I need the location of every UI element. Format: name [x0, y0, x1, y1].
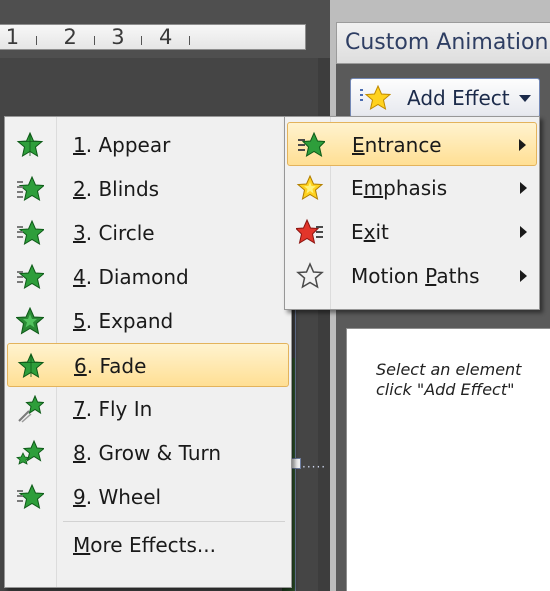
- circle-star-icon: [17, 219, 44, 246]
- menu-item-appear[interactable]: 1. Appear: [7, 123, 289, 167]
- hint-line-1: Select an element: [376, 360, 522, 379]
- access-key: M: [73, 533, 91, 557]
- menu-item-diamond[interactable]: 4. Diamond: [7, 255, 289, 299]
- menu-item-fade[interactable]: 6. Fade: [7, 343, 289, 387]
- motion-path-star-icon: [296, 262, 324, 289]
- access-key: m: [363, 176, 384, 200]
- chevron-right-icon: [519, 139, 526, 151]
- entrance-star-icon: [298, 131, 325, 158]
- menu-item-expand[interactable]: 5. Expand: [7, 299, 289, 343]
- access-key: 9: [73, 485, 86, 509]
- hint-line-2: click "Add Effect": [376, 380, 515, 399]
- menu-separator: [63, 521, 285, 522]
- fade-star-icon: [17, 352, 45, 379]
- menu-item-exit[interactable]: Exit: [287, 210, 537, 254]
- wheel-star-icon: [17, 483, 44, 510]
- menu-item-label: phasis: [383, 176, 448, 200]
- menu-item-label-prefix: E: [351, 220, 364, 244]
- access-key: 5: [73, 309, 86, 333]
- access-key: 2: [73, 177, 86, 201]
- add-effect-star-icon: [360, 85, 391, 111]
- connector-dots: ·····: [302, 460, 327, 474]
- access-key: 4: [73, 265, 86, 289]
- chevron-down-icon: [519, 95, 531, 102]
- menu-item-label-prefix: E: [351, 176, 364, 200]
- chevron-right-icon: [520, 182, 527, 194]
- chevron-right-icon: [520, 226, 527, 238]
- menu-item-label: . Expand: [85, 309, 174, 333]
- add-effect-button[interactable]: Add Effect: [350, 78, 540, 118]
- add-effect-label: Add Effect: [407, 86, 510, 110]
- ruler-number: 4: [158, 25, 173, 49]
- ruler-number: 1: [5, 25, 20, 49]
- menu-item-wheel[interactable]: 9. Wheel: [7, 475, 289, 519]
- menu-item-label: . Appear: [85, 133, 171, 157]
- menu-item-label: ore Effects...: [90, 533, 216, 557]
- menu-item-label: . Fly In: [85, 397, 153, 421]
- menu-item-blinds[interactable]: 2. Blinds: [7, 167, 289, 211]
- menu-item-circle[interactable]: 3. Circle: [7, 211, 289, 255]
- emphasis-star-icon: [296, 174, 324, 201]
- menu-item-label: aths: [436, 264, 480, 288]
- ruler-bar: 1 2 3 4: [0, 0, 330, 58]
- menu-item-label: . Wheel: [85, 485, 162, 509]
- access-key: 3: [73, 221, 86, 245]
- menu-item-emphasis[interactable]: Emphasis: [287, 166, 537, 210]
- exit-star-icon: [296, 218, 323, 245]
- menu-item-label: . Fade: [86, 354, 147, 378]
- menu-item-entrance[interactable]: Entrance: [287, 122, 537, 166]
- menu-item-label: . Grow & Turn: [85, 441, 222, 465]
- menu-item-grow-turn[interactable]: 8. Grow & Turn: [7, 431, 289, 475]
- expand-star-icon: [16, 307, 44, 335]
- access-key: 6: [74, 354, 87, 378]
- slide-edge-line: [295, 300, 296, 591]
- menu-item-label: ntrance: [364, 133, 442, 157]
- appear-star-icon: [16, 131, 44, 158]
- menu-item-label-prefix: Motion: [351, 264, 426, 288]
- menu-item-more-effects[interactable]: More Effects...: [7, 523, 289, 567]
- pane-hint-text: Select an element click "Add Effect": [376, 360, 550, 400]
- access-key: x: [363, 220, 376, 244]
- access-key: E: [352, 133, 365, 157]
- horizontal-ruler[interactable]: 1 2 3 4: [0, 24, 306, 50]
- grow-turn-star-icon: [16, 439, 44, 465]
- menu-item-label: . Blinds: [85, 177, 160, 201]
- menu-item-motion-paths[interactable]: Motion Paths: [287, 254, 537, 298]
- pane-title: Custom Animation: [336, 22, 550, 64]
- ruler-number: 3: [111, 25, 125, 49]
- access-key: 1: [73, 133, 86, 157]
- menu-item-fly-in[interactable]: 7. Fly In: [7, 387, 289, 431]
- access-key: P: [425, 264, 437, 288]
- menu-item-label: it: [375, 220, 389, 244]
- ruler-number: 2: [63, 25, 77, 49]
- menu-item-label: . Circle: [85, 221, 155, 245]
- access-key: 7: [73, 397, 86, 421]
- entrance-effects-submenu: 1. Appear 2. Blinds 3. Circle 4. Diamond…: [4, 116, 292, 588]
- add-effect-menu: Entrance Emphasis Exit Motion Paths: [284, 116, 540, 310]
- diamond-star-icon: [17, 263, 44, 290]
- access-key: 8: [73, 441, 86, 465]
- blinds-star-icon: [17, 175, 44, 202]
- chevron-right-icon: [520, 270, 527, 282]
- menu-item-label: . Diamond: [85, 265, 189, 289]
- fly-in-star-icon: [18, 395, 44, 423]
